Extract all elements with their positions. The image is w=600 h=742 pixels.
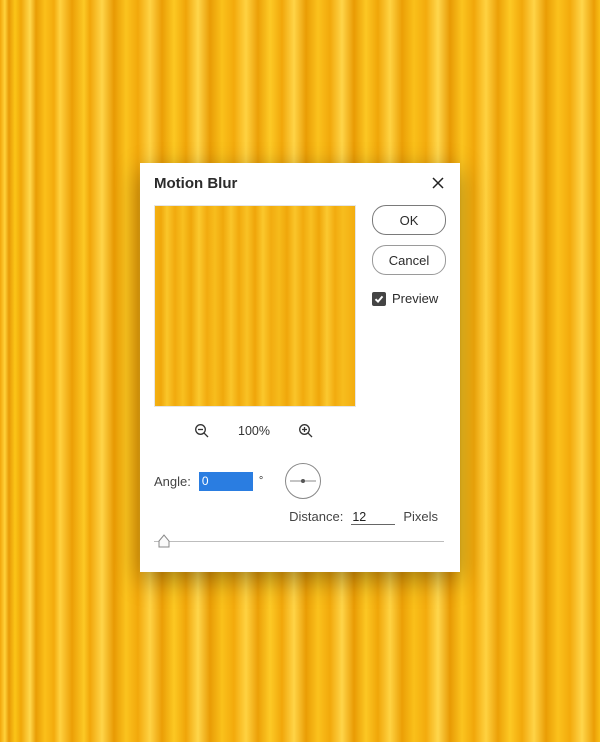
zoom-percent: 100%: [238, 424, 270, 438]
filter-preview[interactable]: [154, 205, 356, 407]
zoom-out-icon[interactable]: [194, 423, 210, 439]
angle-input[interactable]: 0: [199, 472, 253, 491]
distance-label: Distance:: [289, 509, 343, 524]
zoom-in-icon[interactable]: [298, 423, 314, 439]
ok-button[interactable]: OK: [372, 205, 446, 235]
distance-input[interactable]: 12: [351, 510, 395, 525]
checkbox-checked-icon: [372, 292, 386, 306]
distance-slider[interactable]: [154, 535, 444, 557]
dialog-title: Motion Blur: [154, 175, 237, 192]
motion-blur-dialog: Motion Blur OK: [140, 163, 460, 572]
slider-thumb-icon[interactable]: [158, 534, 170, 548]
angle-dial[interactable]: [285, 463, 321, 499]
dialog-titlebar: Motion Blur: [140, 163, 460, 203]
close-icon[interactable]: [430, 175, 446, 191]
degree-symbol: °: [259, 475, 263, 487]
distance-unit: Pixels: [403, 509, 438, 524]
preview-label: Preview: [392, 291, 438, 306]
cancel-button[interactable]: Cancel: [372, 245, 446, 275]
angle-label: Angle:: [154, 474, 191, 489]
preview-toggle[interactable]: Preview: [372, 291, 446, 306]
